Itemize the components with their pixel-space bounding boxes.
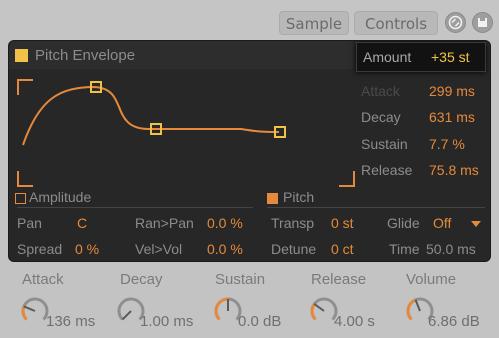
detune-value[interactable]: 0 ct [331, 241, 354, 257]
transp-label: Transp [271, 215, 315, 231]
spread-label: Spread [17, 241, 63, 257]
transp-value[interactable]: 0 st [331, 215, 354, 231]
knob-arc [310, 297, 338, 321]
knob-arc [214, 297, 229, 321]
time-label: Time [389, 241, 420, 257]
knob-arc [21, 297, 49, 321]
knob-label-volume: Volume [406, 271, 457, 288]
knob-value-decay: 1.00 ms [140, 313, 194, 330]
knob-label-release: Release [311, 271, 367, 288]
knob-indicator [313, 303, 325, 312]
save-icon[interactable] [472, 12, 493, 33]
release-handle[interactable] [274, 126, 286, 138]
amount-value: +35 st [431, 49, 470, 65]
knob-indicator [414, 299, 421, 312]
knob-value-sustain: 0.0 dB [238, 313, 282, 330]
pitch-divider [267, 207, 485, 208]
graph-corner-br [339, 171, 355, 187]
detune-label: Detune [271, 241, 317, 257]
pitch-title: Pitch [283, 189, 315, 205]
graph-corner-tl [17, 79, 33, 95]
decay-value[interactable]: 631 ms [429, 109, 475, 125]
knob-value-release: 4.00 s [334, 313, 375, 330]
glide-label: Glide [387, 215, 420, 231]
amount-display[interactable]: Amount +35 st [356, 42, 486, 72]
time-value[interactable]: 50.0 ms [426, 241, 476, 257]
pitch-envelope-panel: Pitch Envelope Amount +35 st Attack 299 … [8, 40, 491, 262]
amount-label: Amount [363, 49, 412, 65]
decay-label: Decay [361, 109, 401, 125]
tab-controls[interactable]: Controls [354, 11, 438, 35]
knob-value-volume: 6.86 dB [428, 313, 480, 330]
envelope-title: Pitch Envelope [35, 47, 136, 64]
sustain-label: Sustain [361, 136, 408, 152]
release-value[interactable]: 75.8 ms [429, 162, 479, 178]
decay-handle[interactable] [150, 123, 162, 135]
chevron-down-icon[interactable] [471, 221, 481, 228]
knob-arc [406, 298, 417, 321]
amplitude-divider [17, 207, 253, 208]
pan-value[interactable]: C [77, 215, 87, 231]
hotswap-icon[interactable] [445, 12, 466, 33]
ranpan-value[interactable]: 0.0 % [207, 215, 243, 231]
pitch-toggle[interactable] [267, 193, 278, 204]
tab-sample[interactable]: Sample [279, 11, 349, 35]
amplitude-toggle[interactable] [15, 193, 26, 204]
amplitude-title: Amplitude [29, 189, 92, 205]
envelope-toggle[interactable] [15, 49, 28, 62]
knob-label-decay: Decay [120, 271, 163, 288]
velvol-label: Vel>Vol [135, 241, 183, 257]
pan-label: Pan [17, 215, 42, 231]
knob-arc [21, 305, 28, 321]
knob-indicator [23, 305, 36, 312]
spread-value[interactable]: 0 % [75, 241, 99, 257]
velvol-value[interactable]: 0.0 % [207, 241, 243, 257]
attack-handle[interactable] [90, 81, 102, 93]
knob-row: Attack Decay Sustain Release Volume 136 … [0, 262, 499, 338]
release-label: Release [361, 162, 413, 178]
simpler-device: Sample Controls Pitch Envelope Amount +3… [0, 0, 499, 338]
knob-label-attack: Attack [22, 271, 64, 288]
attack-label: Attack [361, 83, 400, 99]
top-bar: Sample Controls [0, 0, 499, 40]
knob-arc [310, 303, 317, 321]
attack-value[interactable]: 299 ms [429, 83, 475, 99]
sustain-value[interactable]: 7.7 % [429, 136, 465, 152]
graph-corner-bl [17, 171, 33, 187]
glide-value[interactable]: Off [433, 215, 451, 231]
knob-indicator [121, 310, 132, 321]
knob-label-sustain: Sustain [215, 271, 266, 288]
envelope-graph[interactable] [9, 69, 359, 199]
ranpan-label: Ran>Pan [135, 215, 194, 231]
knob-value-attack: 136 ms [46, 313, 96, 330]
